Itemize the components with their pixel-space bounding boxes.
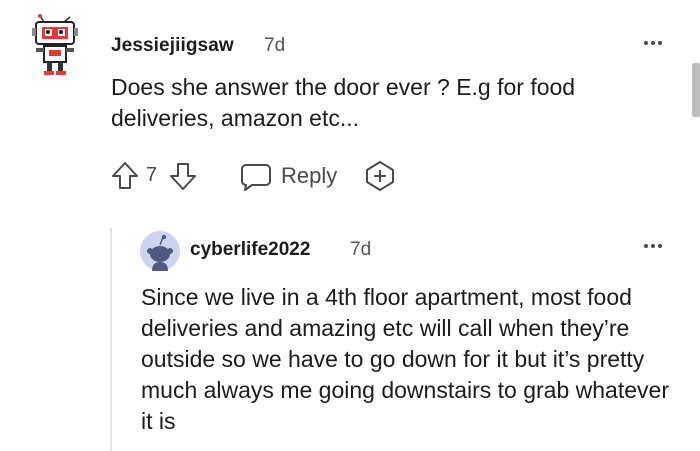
user-avatar[interactable] xyxy=(30,14,82,78)
comment-body: Does she answer the door ever ? E.g for … xyxy=(111,74,576,131)
vote-score: 7 xyxy=(146,164,158,186)
downvote-button[interactable] xyxy=(168,161,198,191)
more-options-dot xyxy=(651,41,655,45)
reply-body: Since we live in a 4th floor apartment, … xyxy=(141,284,669,434)
default-snoo-avatar-icon xyxy=(140,231,180,271)
more-options-button[interactable] xyxy=(640,33,666,53)
comment-username[interactable]: Jessiejiigsaw xyxy=(111,35,234,57)
more-options-dot xyxy=(651,244,655,248)
downvote-arrow-icon xyxy=(170,163,196,190)
reply-more-options-button[interactable] xyxy=(640,236,666,256)
more-options-icon xyxy=(644,244,648,248)
reply-button[interactable]: Reply xyxy=(281,163,337,189)
upvote-arrow-icon xyxy=(112,162,138,189)
reply-user-avatar[interactable] xyxy=(140,231,180,271)
reply-timestamp: 7d xyxy=(350,239,372,260)
more-options-dot xyxy=(658,244,662,248)
reply-username[interactable]: cyberlife2022 xyxy=(190,239,310,261)
award-button[interactable] xyxy=(364,160,396,192)
thread-line[interactable] xyxy=(110,228,112,451)
reply-button-icon[interactable] xyxy=(240,162,272,192)
award-plus-icon xyxy=(366,161,394,191)
comment-timestamp: 7d xyxy=(264,35,286,56)
robot-avatar-icon xyxy=(32,14,78,75)
upvote-button[interactable] xyxy=(110,161,140,191)
speech-bubble-icon xyxy=(241,164,271,191)
scrollbar-thumb[interactable] xyxy=(692,63,700,117)
more-options-icon xyxy=(644,41,648,45)
more-options-dot xyxy=(658,41,662,45)
